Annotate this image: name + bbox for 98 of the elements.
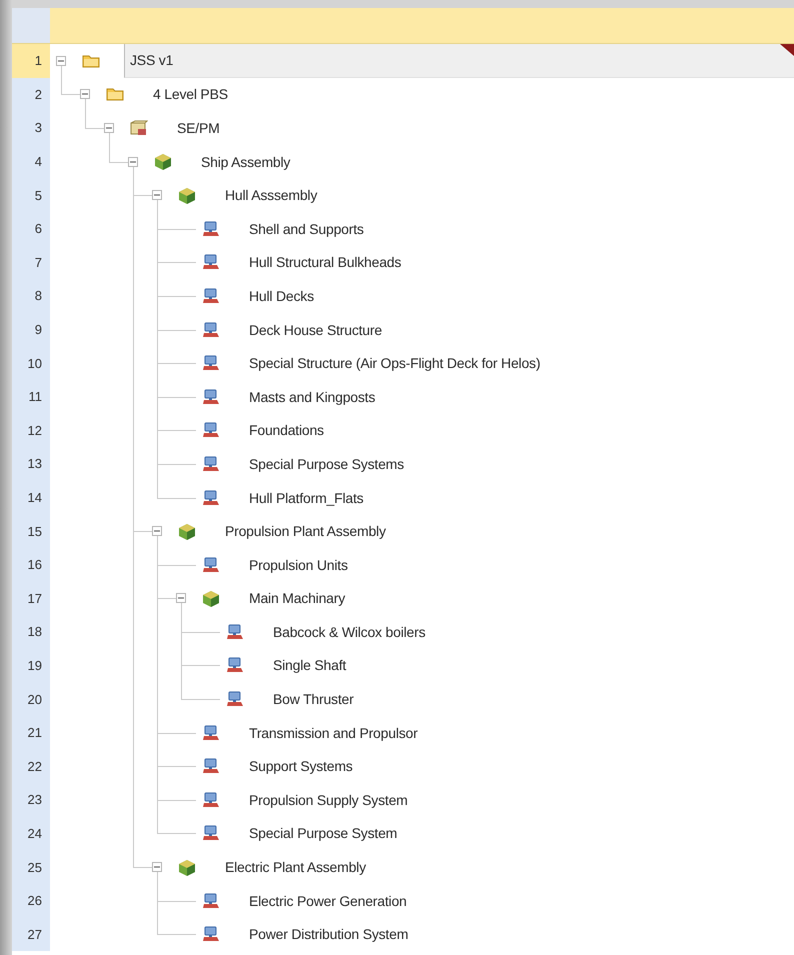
cube-icon xyxy=(154,153,172,170)
node-label[interactable]: 4 Level PBS xyxy=(153,86,228,102)
node-label[interactable]: Hull Asssembly xyxy=(225,187,318,204)
node-label[interactable]: Propulsion Supply System xyxy=(249,792,408,808)
workstation-icon xyxy=(202,388,220,405)
node-label[interactable]: Main Machinary xyxy=(249,590,346,606)
workstation-icon xyxy=(202,926,220,942)
node-label[interactable]: Hull Decks xyxy=(249,288,314,304)
cube-icon xyxy=(178,858,196,876)
workstation-icon xyxy=(226,691,244,708)
node-label[interactable]: Single Shaft xyxy=(273,657,346,674)
workstation-icon xyxy=(202,220,220,237)
cube-icon xyxy=(178,522,196,540)
collapse-toggle[interactable] xyxy=(152,862,162,872)
row-number: 16 xyxy=(12,548,50,582)
row-number: 19 xyxy=(12,648,50,682)
workstation-icon xyxy=(202,792,220,808)
node-label[interactable]: JSS v1 xyxy=(124,44,794,78)
node-label[interactable]: Ship Assembly xyxy=(201,154,290,170)
row-number: 27 xyxy=(12,917,50,952)
workstation-icon xyxy=(202,322,220,338)
node-label[interactable]: Electric Power Generation xyxy=(249,892,407,909)
row-number: 20 xyxy=(12,682,50,716)
row-number: 6 xyxy=(12,212,50,246)
collapse-toggle[interactable] xyxy=(152,526,162,536)
node-label[interactable]: Special Purpose Systems xyxy=(249,456,404,472)
collapse-toggle[interactable] xyxy=(176,593,186,604)
minus-icon xyxy=(58,58,64,64)
node-label[interactable]: Babcock & Wilcox boilers xyxy=(273,624,426,640)
minus-icon xyxy=(82,91,88,98)
workstation-icon xyxy=(226,624,244,640)
node-label[interactable]: Bow Thruster xyxy=(273,691,354,708)
workstation-icon xyxy=(202,288,220,304)
row-number: 9 xyxy=(12,312,50,346)
corner-marker-icon xyxy=(780,44,794,56)
workstation-icon xyxy=(202,254,220,270)
workstation-icon xyxy=(202,724,220,741)
collapse-toggle[interactable] xyxy=(56,56,66,66)
collapse-toggle[interactable] xyxy=(80,89,90,100)
collapse-toggle[interactable] xyxy=(104,122,114,133)
row-number: 7 xyxy=(12,246,50,280)
row-number: 2 xyxy=(12,78,50,112)
node-label[interactable]: SE/PM xyxy=(177,120,220,136)
workstation-icon xyxy=(202,355,220,372)
row-number: 13 xyxy=(12,447,50,481)
node-label[interactable]: Propulsion Plant Assembly xyxy=(225,523,386,540)
row-number: 4 xyxy=(12,144,50,178)
row-number: 24 xyxy=(12,816,50,850)
row-number: 11 xyxy=(12,380,50,414)
row-number: 5 xyxy=(12,178,50,212)
workstation-icon xyxy=(202,456,220,472)
collapse-toggle[interactable] xyxy=(128,156,138,167)
row-number: 12 xyxy=(12,414,50,448)
node-label[interactable]: Deck House Structure xyxy=(249,322,382,338)
node-label[interactable]: Hull Structural Bulkheads xyxy=(249,254,402,270)
workstation-icon xyxy=(202,490,220,506)
row-number: 23 xyxy=(12,783,50,817)
minus-icon xyxy=(154,864,160,870)
minus-icon xyxy=(154,528,160,534)
node-label[interactable]: Propulsion Units xyxy=(249,556,348,573)
workstation-icon xyxy=(202,556,220,573)
row-number: 3 xyxy=(12,111,50,145)
row-number: 1 xyxy=(12,44,50,78)
row-number: 22 xyxy=(12,749,50,784)
row-number: 26 xyxy=(12,884,50,918)
folder-icon xyxy=(106,87,124,102)
row-number: 14 xyxy=(12,480,50,514)
node-label[interactable]: Support Systems xyxy=(249,758,353,774)
node-label[interactable]: Masts and Kingposts xyxy=(249,388,376,405)
folder-icon xyxy=(82,54,100,68)
workstation-icon xyxy=(202,892,220,909)
cube-icon xyxy=(178,186,196,204)
node-label[interactable]: Electric Plant Assembly xyxy=(225,859,366,876)
row-number: 17 xyxy=(12,582,50,616)
row-number: 18 xyxy=(12,615,50,649)
row-number: 8 xyxy=(12,279,50,313)
row-number: 15 xyxy=(12,514,50,548)
workstation-icon xyxy=(202,758,220,774)
minus-icon xyxy=(130,158,136,165)
workstation-icon xyxy=(202,825,220,842)
cube-icon xyxy=(202,590,220,607)
minus-icon xyxy=(106,124,112,131)
node-label[interactable]: Special Structure (Air Ops-Flight Deck for Helos) xyxy=(249,355,540,372)
node-label[interactable]: Special Purpose System xyxy=(249,825,398,842)
node-label[interactable]: Power Distribution System xyxy=(249,926,408,942)
row-number: 21 xyxy=(12,716,50,750)
collapse-toggle[interactable] xyxy=(152,190,162,200)
row-number: 25 xyxy=(12,850,50,884)
box-icon xyxy=(130,120,148,136)
node-label[interactable]: Foundations xyxy=(249,422,324,438)
workstation-icon xyxy=(226,657,244,674)
node-label[interactable]: Hull Platform_Flats xyxy=(249,490,364,506)
minus-icon xyxy=(178,595,184,602)
node-label[interactable]: Shell and Supports xyxy=(249,220,364,237)
row-number: 10 xyxy=(12,346,50,380)
minus-icon xyxy=(154,192,160,198)
workstation-icon xyxy=(202,422,220,438)
node-label[interactable]: Transmission and Propulsor xyxy=(249,724,418,741)
